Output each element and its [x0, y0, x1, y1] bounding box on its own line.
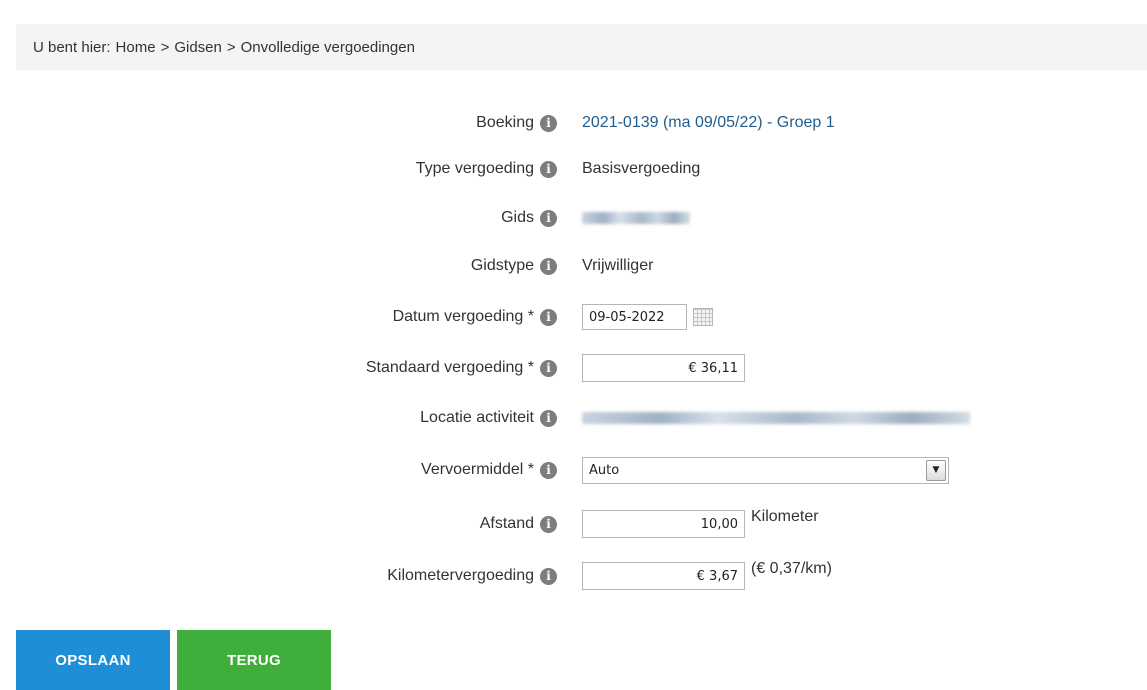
chevron-down-icon[interactable]: ▼ [926, 459, 946, 481]
afstand-input[interactable]: 10,00 [582, 510, 745, 538]
vervoermiddel-label: Vervoermiddel * [421, 461, 534, 478]
gids-label: Gids [501, 209, 534, 226]
locatie-activiteit-value-redacted [582, 412, 970, 424]
gids-label-wrap: Gids i [501, 209, 557, 227]
info-icon[interactable]: i [540, 515, 557, 533]
datum-vergoeding-label: Datum vergoeding * [392, 308, 534, 325]
breadcrumb: U bent hier: Home > Gidsen > Onvolledige… [16, 24, 1147, 70]
kilometervergoeding-control: € 3,67 (€ 0,37/km) [582, 560, 832, 590]
vervoermiddel-select[interactable]: Auto ▼ [582, 456, 949, 484]
form-row-afstand: Afstand i 10,00 Kilometer [0, 508, 1147, 539]
date-input[interactable]: 09-05-2022 [582, 304, 687, 330]
form-row-type-vergoeding: Type vergoeding i Basisvergoeding [0, 154, 1147, 184]
breadcrumb-separator: > [226, 38, 236, 56]
info-icon[interactable]: i [540, 114, 557, 132]
gidstype-label: Gidstype [470, 257, 534, 274]
breadcrumb-prefix: U bent hier: [33, 38, 111, 56]
breadcrumb-item-gidsen[interactable]: Gidsen [174, 39, 222, 56]
standaard-vergoeding-input[interactable]: € 36,11 [582, 354, 745, 382]
form-row-gidstype: Gidstype i Vrijwilliger [0, 251, 1147, 281]
form-row-datum-vergoeding: Datum vergoeding * i 09-05-2022 [0, 302, 1147, 332]
kilometervergoeding-label-wrap: Kilometervergoeding i [387, 567, 557, 585]
vervoermiddel-control: Auto ▼ [582, 456, 949, 484]
afstand-unit: Kilometer [751, 508, 819, 525]
vervoermiddel-label-wrap: Vervoermiddel * i [421, 461, 557, 479]
kilometervergoeding-input[interactable]: € 3,67 [582, 562, 745, 590]
info-icon[interactable]: i [540, 409, 557, 427]
locatie-activiteit-label: Locatie activiteit [420, 409, 534, 426]
gids-value-redacted[interactable] [582, 212, 690, 224]
breadcrumb-item-home[interactable]: Home [116, 39, 156, 56]
info-icon[interactable]: i [540, 160, 557, 178]
type-vergoeding-label: Type vergoeding [415, 160, 534, 177]
info-icon[interactable]: i [540, 209, 557, 227]
type-vergoeding-value: Basisvergoeding [582, 160, 701, 177]
breadcrumb-separator: > [160, 38, 170, 56]
gidstype-label-wrap: Gidstype i [471, 257, 557, 275]
afstand-control: 10,00 Kilometer [582, 508, 819, 538]
standaard-vergoeding-label-wrap: Standaard vergoeding * i [366, 359, 557, 377]
type-vergoeding-label-wrap: Type vergoeding i [416, 160, 557, 178]
datum-vergoeding-control: 09-05-2022 [582, 304, 713, 330]
form-row-vervoermiddel: Vervoermiddel * i Auto ▼ [0, 455, 1147, 485]
form-row-kilometervergoeding: Kilometervergoeding i € 3,67 (€ 0,37/km) [0, 560, 1147, 591]
vervoermiddel-selected-value: Auto [589, 462, 620, 478]
calendar-icon[interactable] [693, 308, 713, 326]
datum-vergoeding-label-wrap: Datum vergoeding * i [393, 308, 557, 326]
breadcrumb-item-current: Onvolledige vergoedingen [240, 38, 415, 56]
afstand-label-wrap: Afstand i [480, 515, 557, 533]
save-button[interactable]: OPSLAAN [16, 630, 170, 690]
standaard-vergoeding-control: € 36,11 [582, 354, 745, 382]
form-row-standaard-vergoeding: Standaard vergoeding * i € 36,11 [0, 353, 1147, 383]
boeking-label-wrap: Boeking i [476, 114, 557, 132]
boeking-value[interactable]: 2021-0139 (ma 09/05/22) - Groep 1 [582, 114, 835, 132]
info-icon[interactable]: i [540, 257, 557, 275]
standaard-vergoeding-label: Standaard vergoeding * [365, 359, 534, 376]
info-icon[interactable]: i [540, 308, 557, 326]
info-icon[interactable]: i [540, 567, 557, 585]
afstand-label: Afstand [479, 515, 534, 532]
info-icon[interactable]: i [540, 359, 557, 377]
form-row-boeking: Boeking i 2021-0139 (ma 09/05/22) - Groe… [0, 108, 1147, 138]
kilometervergoeding-label: Kilometervergoeding [387, 567, 534, 584]
back-button[interactable]: TERUG [177, 630, 331, 690]
info-icon[interactable]: i [540, 461, 557, 479]
form-row-locatie-activiteit: Locatie activiteit i [0, 403, 1147, 433]
redacted-text [582, 212, 690, 224]
form-row-gids: Gids i [0, 203, 1147, 233]
redacted-text [582, 412, 970, 424]
boeking-label: Boeking [476, 114, 534, 131]
kilometervergoeding-rate: (€ 0,37/km) [751, 560, 832, 577]
locatie-activiteit-label-wrap: Locatie activiteit i [420, 409, 557, 427]
gidstype-value: Vrijwilliger [582, 257, 654, 274]
